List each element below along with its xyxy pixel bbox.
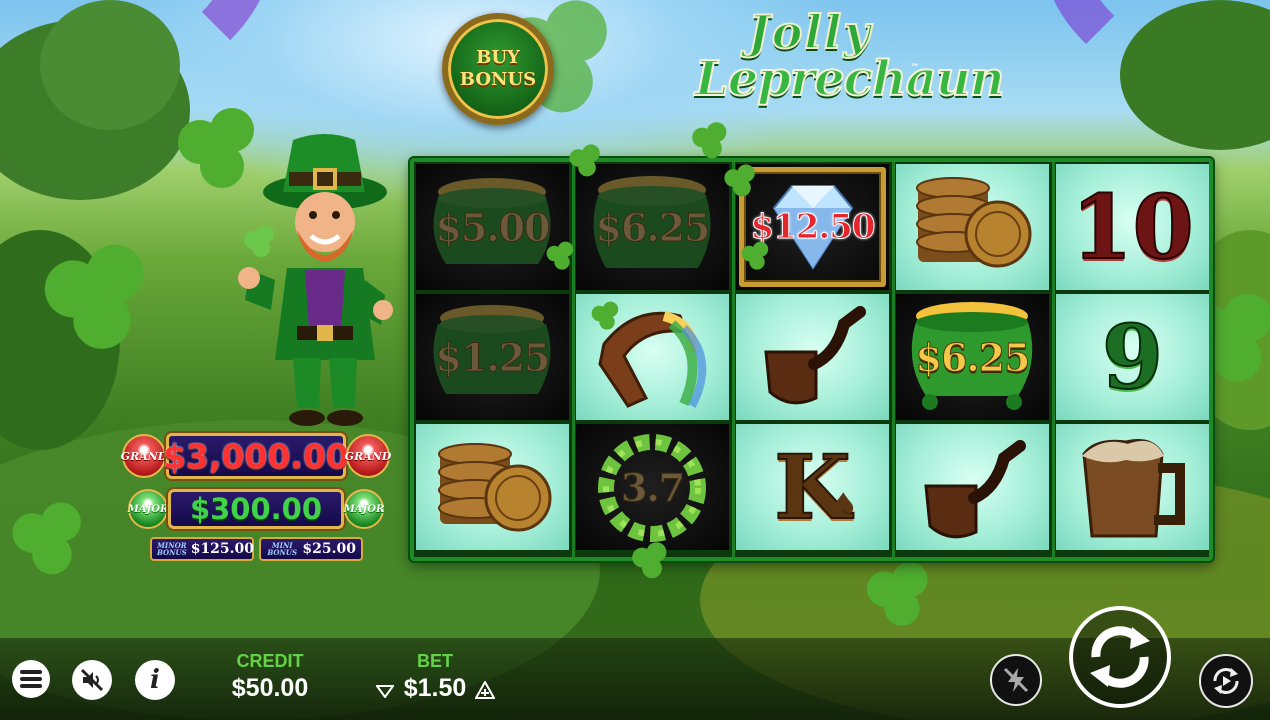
autoplay-icon: [1213, 668, 1239, 694]
spin-button[interactable]: [1069, 606, 1171, 708]
menu-button[interactable]: [12, 660, 50, 698]
buy-bonus-button[interactable]: BUY BONUS: [442, 13, 554, 125]
logo-line2: Leprechaun: [694, 50, 1006, 108]
minor-jackpot-amount: $125.00: [190, 541, 255, 557]
buy-bonus-label-line2: BONUS: [459, 69, 537, 90]
triangle-down-icon: [376, 685, 394, 698]
reel-cell-gold-coins: [416, 424, 569, 550]
sound-toggle-button[interactable]: [72, 660, 112, 700]
beer-mug-icon: [1082, 439, 1185, 538]
grand-jackpot: GRAND $3,000.00 GRAND: [112, 432, 400, 480]
reel-divider: [892, 162, 895, 557]
background-clover-icon: [866, 561, 937, 632]
grand-gem-icon: GRAND: [121, 434, 167, 478]
floating-clover-icon: [591, 301, 623, 333]
major-jackpot-amount: $300.00: [168, 489, 344, 529]
floating-clover-icon: [692, 122, 732, 162]
major-gem-icon: MAJOR: [344, 489, 384, 529]
spin-icon: [1090, 626, 1150, 688]
reel-cell-value: 9: [1101, 305, 1164, 409]
reel-divider: [572, 162, 575, 557]
reel-cell-card-ten: 10: [1056, 164, 1209, 290]
reel-cell-value: $1.25: [435, 334, 551, 380]
game-scene: BUY BONUS Jolly Leprechaun ™ GRAND $3,00…: [0, 0, 1270, 720]
floating-clover-icon: [724, 164, 759, 199]
reel-cell-value: $5.00: [435, 204, 551, 250]
turbo-off-icon: [1003, 667, 1029, 693]
major-jackpot: MAJOR $300.00 MAJOR: [124, 488, 388, 530]
floating-clover-icon: [569, 144, 604, 179]
triangle-up-plus-icon: [475, 681, 495, 699]
reel-cell-card-nine: 9: [1056, 294, 1209, 420]
reel-cell-card-king: K ♠: [736, 424, 889, 550]
reel-divider: [1052, 162, 1055, 557]
info-icon: i: [150, 665, 160, 695]
trademark-mark: ™: [910, 63, 919, 73]
reel-grid: $5.00 $1.25 $6.25 3.7 $12.50 K ♠ $6.25 1…: [410, 158, 1213, 561]
pipe-icon: [764, 306, 866, 405]
grand-jackpot-amount: $3,000.00: [163, 433, 349, 479]
minor-jackpot: MINOR BONUS $125.00: [150, 537, 254, 561]
mini-jackpot: MINI BONUS $25.00: [259, 537, 363, 561]
reel-cell-value: 3.7: [620, 464, 685, 510]
credit-value: $50.00: [231, 674, 309, 702]
background-clover-icon: [44, 244, 159, 359]
floating-clover-icon: [546, 241, 578, 273]
reel-cell-beer-mug: [1056, 424, 1209, 550]
grand-gem-icon: GRAND: [345, 434, 391, 478]
reel-cell-pipe: [896, 424, 1049, 550]
credit-label: CREDIT: [236, 651, 304, 671]
reel-cell-pot-of-gold: $6.25: [576, 164, 729, 290]
menu-icon: [20, 670, 42, 688]
reel-cell-pot-of-gold: $1.25: [416, 294, 569, 420]
reel-cell-clover-wreath: 3.7: [576, 424, 729, 550]
turbo-toggle-button[interactable]: [990, 654, 1042, 706]
major-gem-icon: MAJOR: [128, 489, 168, 529]
mini-jackpot-amount: $25.00: [302, 541, 356, 557]
leprechaun-character-icon: [238, 134, 393, 426]
background-clover-icon: [12, 502, 91, 581]
gold-coins-icon: [438, 443, 552, 532]
reel-cell-value: $6.25: [595, 204, 711, 250]
game-logo: Jolly Leprechaun ™: [694, 4, 1006, 130]
pipe-icon: [924, 440, 1026, 539]
floating-clover-icon: [632, 542, 672, 582]
reel-cell-value: 10: [1070, 175, 1194, 279]
autoplay-button[interactable]: [1199, 654, 1253, 708]
bet-value: $1.50: [403, 674, 467, 702]
bet-increase-button[interactable]: [474, 680, 496, 700]
gold-coins-icon: [916, 177, 1032, 268]
minor-jackpot-label: MINOR BONUS: [157, 541, 187, 557]
bet-decrease-button[interactable]: [375, 682, 395, 700]
info-button[interactable]: i: [135, 660, 175, 700]
reel-divider: [732, 162, 735, 557]
sound-off-icon: [80, 668, 104, 692]
bet-label: BET: [417, 651, 453, 671]
background-tree: [40, 0, 180, 130]
reel-cell-pot-of-gold: $6.25: [896, 294, 1049, 420]
spade-icon: ♠: [828, 486, 859, 526]
reel-cell-value: $6.25: [915, 334, 1031, 380]
reel-cell-gold-coins: [896, 164, 1049, 290]
mini-jackpot-label: MINI BONUS: [267, 541, 298, 557]
floating-clover-icon: [741, 241, 773, 273]
buy-bonus-label-line1: BUY: [476, 47, 520, 68]
reel-cell-pipe: [736, 294, 889, 420]
